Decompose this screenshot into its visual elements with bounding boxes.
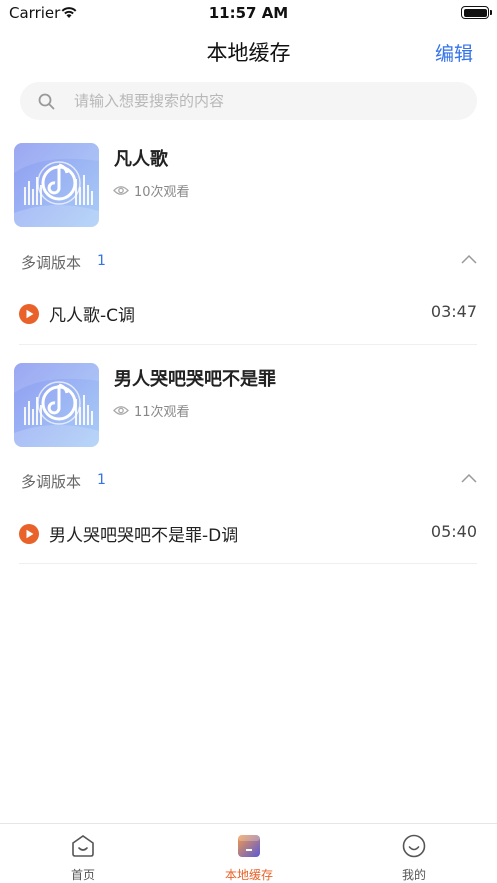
track-row[interactable]: 凡人歌-C调 03:47 bbox=[0, 292, 497, 336]
view-count-text: 11次观看 bbox=[134, 405, 190, 420]
clock: 11:57 AM bbox=[208, 4, 289, 22]
tab-bar: 首页 本地缓存 我的 bbox=[0, 823, 497, 883]
track-duration: 03:47 bbox=[430, 302, 477, 321]
track-row[interactable]: 男人哭吧哭吧不是罪-D调 05:40 bbox=[0, 512, 497, 556]
song-item[interactable]: 凡人歌 10次观看 bbox=[0, 143, 497, 229]
eye-icon bbox=[113, 186, 129, 195]
view-count: 10次观看 bbox=[113, 181, 190, 200]
play-icon[interactable] bbox=[19, 304, 39, 324]
track-title: 男人哭吧哭吧不是罪-D调 bbox=[49, 526, 239, 546]
chevron-up-icon[interactable] bbox=[461, 254, 477, 264]
local-cache-icon bbox=[238, 835, 260, 857]
battery-icon bbox=[461, 6, 492, 19]
track-title: 凡人歌-C调 bbox=[49, 306, 136, 326]
status-bar: Carrier 11:57 AM bbox=[0, 0, 497, 26]
edit-button[interactable]: 编辑 bbox=[435, 39, 473, 66]
search-input[interactable] bbox=[74, 82, 464, 120]
play-icon[interactable] bbox=[19, 524, 39, 544]
search-bar[interactable] bbox=[20, 82, 477, 120]
versions-count: 1 bbox=[97, 253, 106, 269]
tab-profile[interactable]: 我的 bbox=[354, 824, 474, 883]
view-count-text: 10次观看 bbox=[134, 185, 190, 200]
song-title: 凡人歌 bbox=[114, 149, 168, 170]
eye-icon bbox=[113, 406, 129, 415]
tab-local-cache[interactable]: 本地缓存 bbox=[189, 824, 309, 883]
view-count: 11次观看 bbox=[113, 401, 190, 420]
versions-count: 1 bbox=[97, 472, 106, 488]
divider bbox=[19, 344, 477, 345]
tab-home[interactable]: 首页 bbox=[23, 824, 143, 883]
song-title: 男人哭吧哭吧不是罪 bbox=[114, 369, 276, 390]
versions-label: 多调版本 bbox=[21, 473, 82, 491]
tab-label: 我的 bbox=[401, 868, 426, 882]
home-icon bbox=[72, 835, 94, 857]
versions-header[interactable]: 多调版本 1 bbox=[0, 246, 497, 276]
divider bbox=[19, 563, 477, 564]
page-title: 本地缓存 bbox=[206, 41, 291, 65]
versions-label: 多调版本 bbox=[21, 254, 82, 272]
tab-label: 本地缓存 bbox=[224, 868, 273, 882]
versions-header[interactable]: 多调版本 1 bbox=[0, 465, 497, 495]
song-item[interactable]: 男人哭吧哭吧不是罪 11次观看 bbox=[0, 363, 497, 449]
chevron-up-icon[interactable] bbox=[461, 473, 477, 483]
track-duration: 05:40 bbox=[430, 522, 477, 541]
profile-icon bbox=[402, 834, 426, 858]
song-cover-image bbox=[14, 363, 99, 447]
song-cover-image bbox=[14, 143, 99, 227]
search-icon bbox=[38, 93, 55, 110]
tab-label: 首页 bbox=[70, 868, 95, 882]
